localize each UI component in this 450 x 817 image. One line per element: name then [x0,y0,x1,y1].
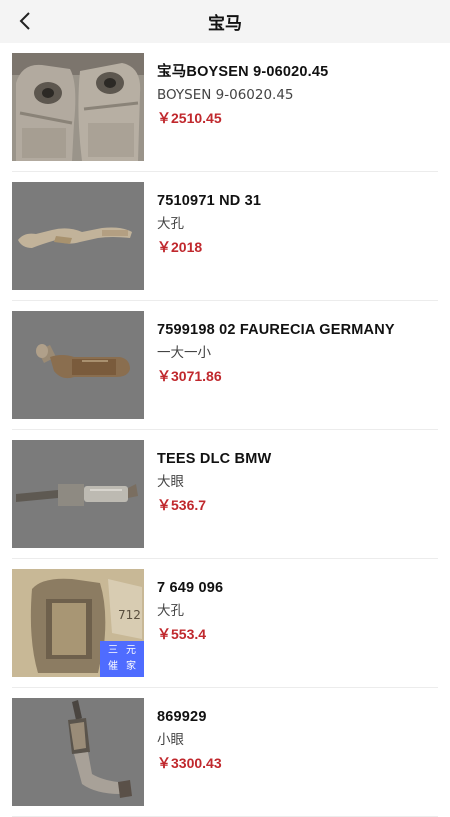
item-name: 7510971 ND 31 [157,193,262,209]
list-item[interactable]: 712 三 元 催 家 7 649 096 大孔 ￥553.4 [0,559,450,688]
watermark-badge: 三 元 催 家 [100,641,144,677]
item-desc: BOYSEN 9-06020.45 [157,87,294,103]
item-price: ￥536.7 [157,497,207,513]
header-bar: 宝马 [0,0,450,43]
product-image [12,440,144,548]
list-item[interactable]: 869929 小眼 ￥3300.43 [0,688,450,817]
item-desc: 大眼 [157,474,184,490]
product-image [12,53,144,161]
item-name: 7 649 096 [157,580,224,596]
item-desc: 大孔 [157,603,184,619]
item-desc: 小眼 [157,732,184,748]
item-price: ￥2018 [157,239,203,255]
product-image: 712 三 元 催 家 [12,569,144,677]
page-title: 宝马 [208,14,242,34]
svg-text:712: 712 [118,608,141,622]
item-price: ￥2510.45 [157,110,222,126]
product-list: 宝马BOYSEN 9-06020.45 BOYSEN 9-06020.45 ￥2… [0,43,450,817]
item-price: ￥553.4 [157,626,207,642]
item-name: 7599198 02 FAURECIA GERMANY [157,322,395,338]
list-item[interactable]: 宝马BOYSEN 9-06020.45 BOYSEN 9-06020.45 ￥2… [0,43,450,172]
product-image [12,311,144,419]
product-image [12,698,144,806]
item-name: 869929 [157,709,207,725]
item-name: 宝马BOYSEN 9-06020.45 [157,64,329,80]
product-image [12,182,144,290]
item-price: ￥3300.43 [157,755,222,771]
item-desc: 一大一小 [157,345,211,361]
back-button[interactable] [8,4,42,38]
list-item[interactable]: 7510971 ND 31 大孔 ￥2018 [0,172,450,301]
list-item[interactable]: TEES DLC BMW 大眼 ￥536.7 [0,430,450,559]
list-item[interactable]: 7599198 02 FAURECIA GERMANY 一大一小 ￥3071.8… [0,301,450,430]
item-name: TEES DLC BMW [157,451,272,467]
item-desc: 大孔 [157,216,184,232]
item-price: ￥3071.86 [157,368,222,384]
chevron-left-icon [19,12,30,30]
